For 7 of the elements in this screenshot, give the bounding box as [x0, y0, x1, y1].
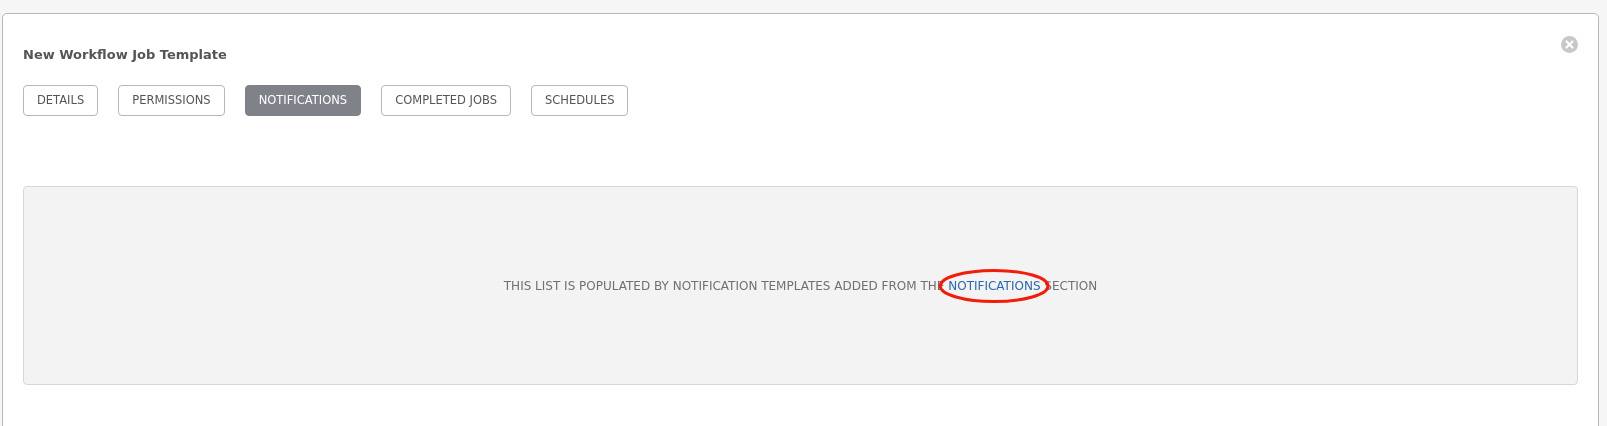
tab[interactable]: PERMISSIONS [118, 85, 225, 116]
tab[interactable]: SCHEDULES [530, 85, 629, 116]
tab[interactable]: NOTIFICATIONS [244, 85, 362, 116]
close-icon[interactable] [1561, 36, 1578, 53]
tab[interactable]: DETAILS [23, 85, 99, 116]
panel-title: New Workflow Job Template [23, 46, 227, 64]
tab[interactable]: COMPLETED JOBS [381, 85, 511, 116]
